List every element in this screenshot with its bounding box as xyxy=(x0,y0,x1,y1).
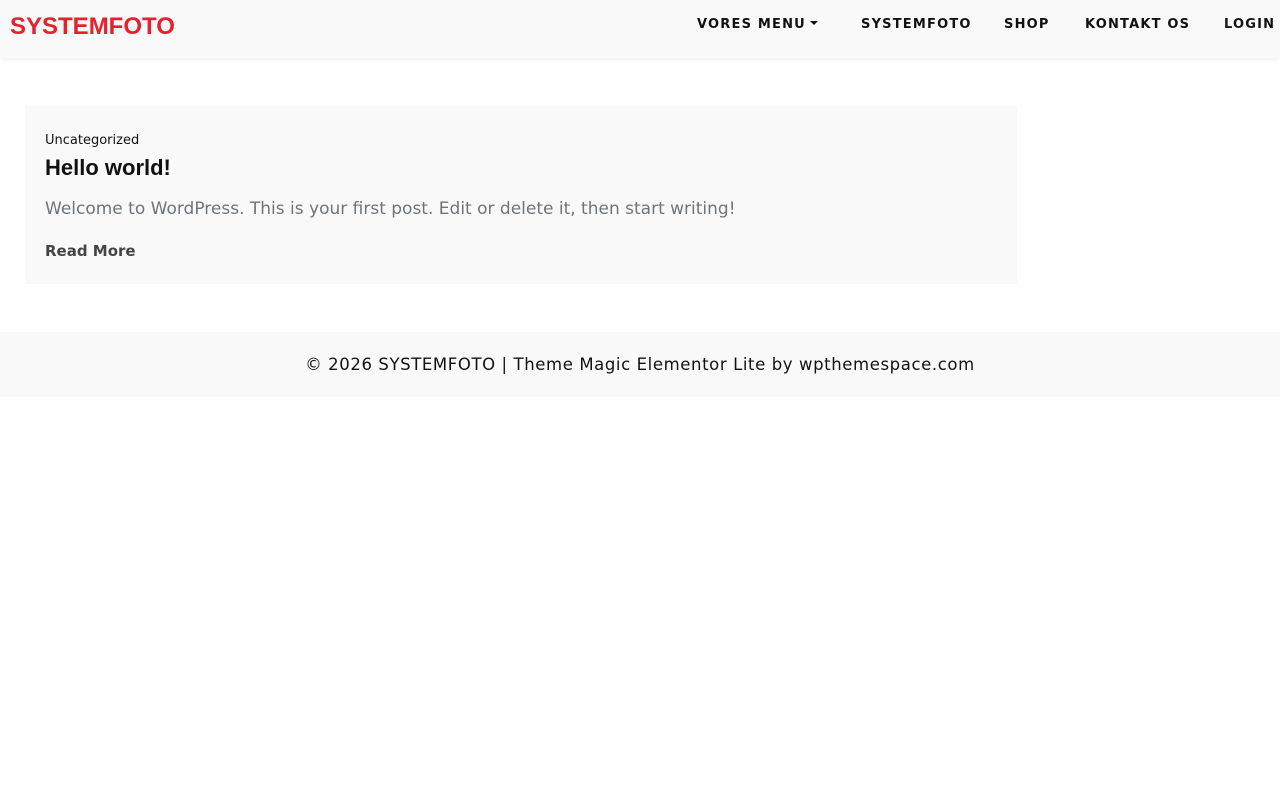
read-more-link[interactable]: Read More xyxy=(45,242,136,260)
post-category-link[interactable]: Uncategorized xyxy=(45,133,139,148)
nav-item-shop[interactable]: SHOP xyxy=(1004,17,1050,32)
footer-copyright: © 2026 SYSTEMFOTO | Theme Magic Elemento… xyxy=(305,355,975,374)
site-footer: © 2026 SYSTEMFOTO | Theme Magic Elemento… xyxy=(0,332,1280,397)
post-card: Uncategorized Hello world! Welcome to Wo… xyxy=(25,106,1017,284)
nav-item-systemfoto[interactable]: SYSTEMFOTO xyxy=(861,17,972,32)
post-title-link[interactable]: Hello world! xyxy=(45,155,171,181)
post-excerpt: Welcome to WordPress. This is your first… xyxy=(45,199,736,219)
nav-item-login[interactable]: LOGIN xyxy=(1224,17,1275,32)
caret-down-icon xyxy=(809,21,818,25)
nav-item-vores-menu[interactable]: VORES MENU xyxy=(697,17,818,32)
nav-item-vores-menu-label: VORES MENU xyxy=(697,17,806,32)
nav-item-kontakt-os[interactable]: KONTAKT OS xyxy=(1085,17,1190,32)
site-header: SYSTEMFOTO VORES MENU SYSTEMFOTO SHOP KO… xyxy=(0,0,1280,58)
main-navigation: VORES MENU SYSTEMFOTO SHOP KONTAKT OS LO… xyxy=(0,17,1280,37)
